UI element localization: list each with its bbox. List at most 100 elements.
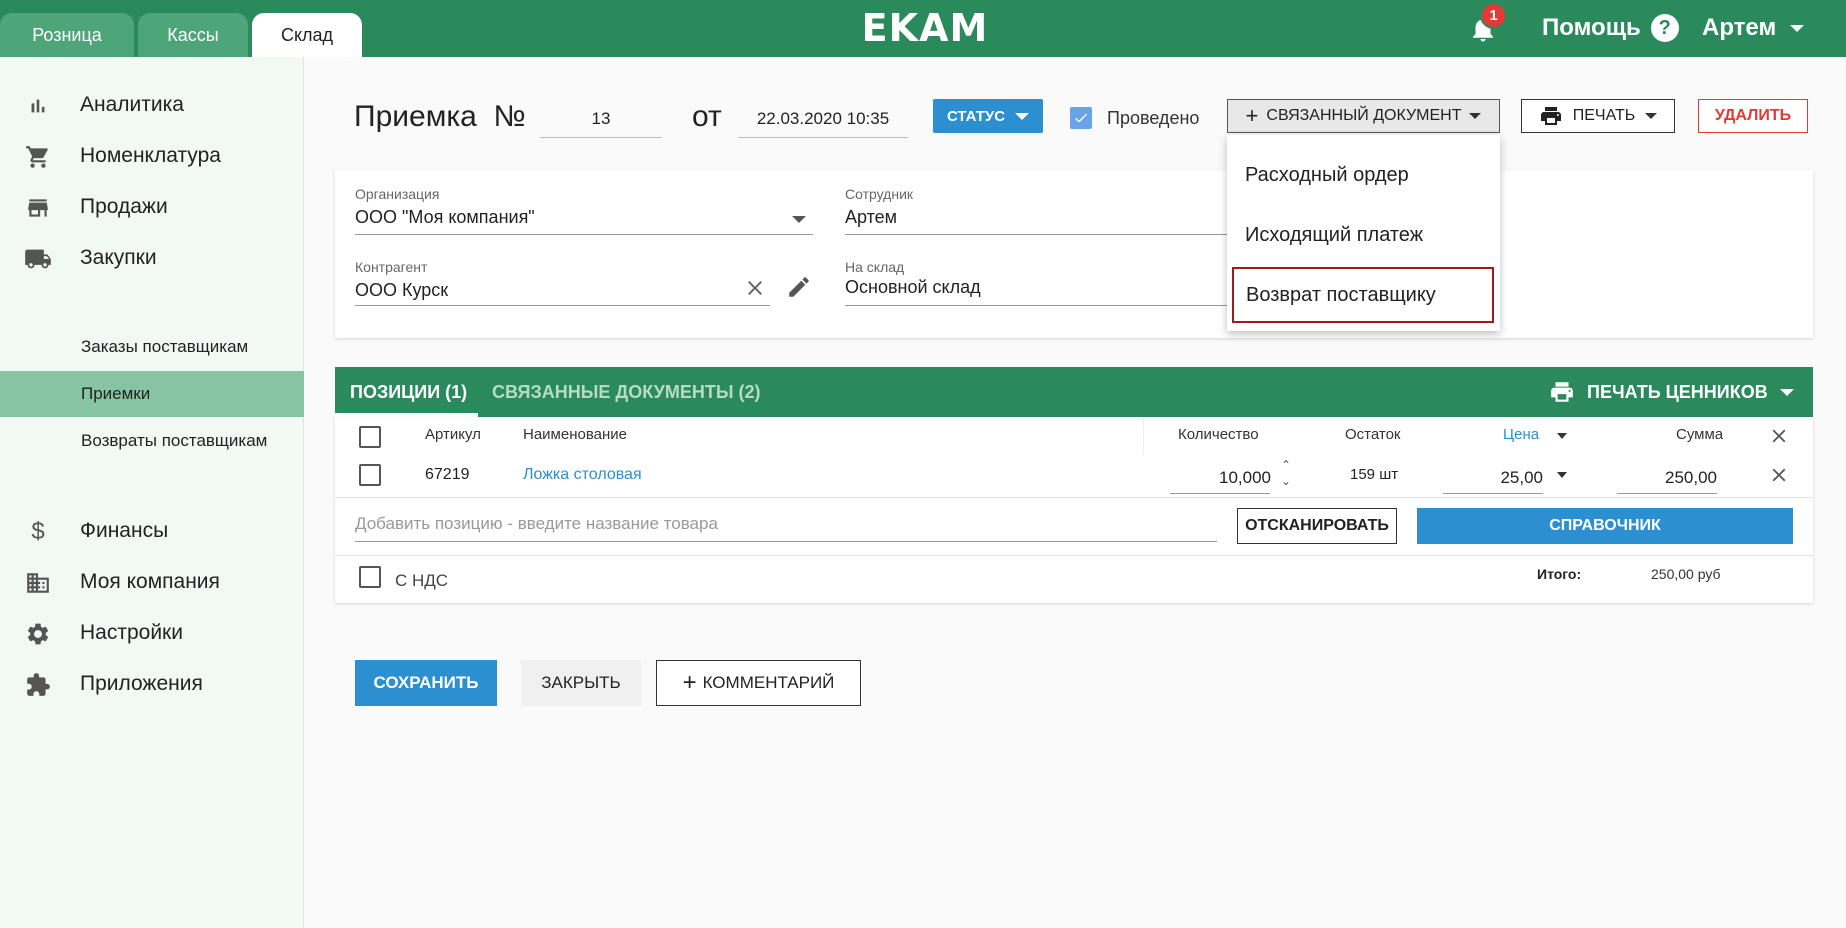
close-button[interactable]: ЗАКРЫТЬ [521, 660, 641, 706]
chevron-down-icon[interactable]: ⌄ [1281, 473, 1291, 489]
check-icon [1075, 113, 1087, 123]
print-price-tags-button[interactable]: ПЕЧАТЬ ЦЕННИКОВ [1549, 367, 1794, 417]
row-quantity-input[interactable]: 10,000 [1171, 468, 1271, 488]
page-title: Приемка № [354, 100, 526, 133]
total-label: Итого: [1537, 566, 1582, 582]
sidebar-item-analytics[interactable]: Аналитика [0, 80, 304, 130]
user-menu[interactable]: Артем [1702, 10, 1805, 46]
clear-icon[interactable] [743, 276, 767, 300]
sidebar-item-label: Настройки [80, 621, 183, 644]
column-header-sum: Сумма [1676, 426, 1724, 443]
sidebar-subitem-label: Возвраты поставщикам [81, 431, 268, 450]
chevron-down-icon[interactable] [792, 216, 806, 223]
chevron-down-icon [1015, 112, 1030, 120]
vat-checkbox[interactable] [359, 566, 381, 588]
help-link[interactable]: Помощь ? [1542, 10, 1679, 46]
chevron-down-icon [1790, 24, 1805, 32]
menu-item-expense-order[interactable]: Расходный ордер [1227, 147, 1500, 203]
sidebar-item-apps[interactable]: Приложения [0, 659, 304, 709]
help-label: Помощь [1542, 14, 1641, 41]
status-button-label: СТАТУС [946, 107, 1006, 125]
top-bar: Розница Кассы Склад EKAM 1 Помощь ? Арте… [0, 0, 1846, 57]
employee-underline [845, 234, 1230, 235]
user-name: Артем [1702, 14, 1777, 41]
sidebar-subitem-label: Приемки [81, 384, 151, 403]
vat-label: С НДС [395, 571, 449, 590]
tab-warehouse[interactable]: Склад [252, 13, 362, 57]
sidebar-item-sales[interactable]: Продажи [0, 182, 304, 232]
column-header-quantity: Количество [1178, 426, 1259, 443]
tab-positions[interactable]: ПОЗИЦИИ (1) [350, 367, 467, 417]
posted-checkbox[interactable] [1070, 107, 1092, 129]
from-label: от [692, 100, 722, 133]
add-comment-button[interactable]: + КОММЕНТАРИЙ [656, 660, 861, 706]
sidebar-subitem-supplier-returns[interactable]: Возвраты поставщикам [0, 418, 304, 464]
sidebar-item-finance[interactable]: $ Финансы [0, 506, 304, 556]
warehouse-field[interactable]: Основной склад [845, 277, 981, 298]
select-all-checkbox[interactable] [359, 426, 381, 448]
menu-item-supplier-return[interactable]: Возврат поставщику [1232, 267, 1494, 323]
positions-table: Артикул Наименование Количество Остаток … [335, 417, 1813, 603]
row-sku: 67219 [425, 466, 470, 483]
document-date-field[interactable]: 22.03.2020 10:35 [738, 100, 908, 138]
chevron-up-icon[interactable]: ⌃ [1281, 457, 1291, 473]
row-checkbox[interactable] [359, 464, 381, 486]
sidebar-item-label: Аналитика [80, 93, 184, 116]
chevron-down-icon[interactable] [1557, 472, 1567, 478]
menu-item-outgoing-payment[interactable]: Исходящий платеж [1227, 207, 1500, 263]
related-document-menu: Расходный ордер Исходящий платеж Возврат… [1227, 135, 1500, 331]
sidebar-item-my-company[interactable]: Моя компания [0, 557, 304, 607]
catalog-button[interactable]: СПРАВОЧНИК [1417, 508, 1793, 544]
cart-icon [24, 143, 52, 171]
chevron-down-icon [1469, 113, 1482, 119]
counterparty-field[interactable]: ООО Курск [355, 280, 448, 301]
scan-button[interactable]: ОТСКАНИРОВАТЬ [1237, 508, 1397, 544]
organization-label: Организация [355, 186, 440, 202]
employee-field[interactable]: Артем [845, 207, 897, 228]
tab-related-documents[interactable]: СВЯЗАННЫЕ ДОКУМЕНТЫ (2) [492, 367, 760, 417]
dollar-icon: $ [31, 518, 45, 545]
quantity-stepper[interactable]: ⌃ ⌄ [1281, 457, 1291, 489]
document-number-field[interactable]: 13 [540, 100, 662, 138]
column-header-stock: Остаток [1345, 426, 1401, 443]
gear-icon [24, 620, 52, 648]
delete-button[interactable]: УДАЛИТЬ [1698, 99, 1808, 133]
save-button[interactable]: СОХРАНИТЬ [355, 660, 497, 706]
total-value: 250,00 руб [1651, 566, 1721, 582]
add-position-input[interactable]: Добавить позицию - введите название това… [355, 514, 718, 534]
edit-icon[interactable] [786, 274, 812, 300]
table-row: 67219 Ложка столовая 10,000 ⌃ ⌄ 159 шт 2… [335, 455, 1813, 497]
sidebar-item-nomenclature[interactable]: Номенклатура [0, 131, 304, 181]
column-header-sku: Артикул [425, 426, 481, 443]
tab-cashboxes[interactable]: Кассы [138, 13, 248, 57]
printer-icon [1551, 382, 1573, 402]
sidebar-item-label: Финансы [80, 519, 169, 542]
sidebar-item-purchases[interactable]: Закупки [0, 233, 304, 283]
sidebar-item-label: Моя компания [80, 570, 220, 593]
price-underline [1443, 493, 1543, 494]
counterparty-label: Контрагент [355, 259, 428, 275]
remove-row-icon[interactable] [1768, 464, 1790, 486]
status-button[interactable]: СТАТУС [933, 99, 1043, 133]
quantity-underline [1170, 493, 1270, 494]
row-divider [335, 497, 1813, 498]
related-document-label: СВЯЗАННЫЙ ДОКУМЕНТ [1266, 107, 1462, 124]
row-product-link[interactable]: Ложка столовая [523, 466, 642, 484]
chevron-down-icon[interactable] [1557, 433, 1567, 439]
counterparty-underline [355, 305, 770, 306]
row-price-input[interactable]: 25,00 [1443, 468, 1543, 488]
sidebar-item-label: Продажи [80, 195, 168, 218]
truck-icon [24, 245, 52, 273]
print-button[interactable]: ПЕЧАТЬ [1521, 99, 1675, 133]
sidebar-subitem-supplier-orders[interactable]: Заказы поставщикам [0, 324, 304, 370]
column-header-price[interactable]: Цена [1503, 426, 1539, 443]
row-sum-input[interactable]: 250,00 [1617, 468, 1717, 488]
plus-icon: + [1245, 103, 1259, 128]
sidebar-item-settings[interactable]: Настройки [0, 608, 304, 658]
close-icon[interactable] [1768, 425, 1790, 447]
related-document-button[interactable]: + СВЯЗАННЫЙ ДОКУМЕНТ [1227, 99, 1500, 133]
organization-select[interactable]: ООО "Моя компания" [355, 207, 535, 228]
sidebar-subitem-receipts[interactable]: Приемки [0, 371, 304, 417]
tab-retail[interactable]: Розница [0, 13, 134, 57]
warehouse-label: На склад [845, 259, 905, 275]
